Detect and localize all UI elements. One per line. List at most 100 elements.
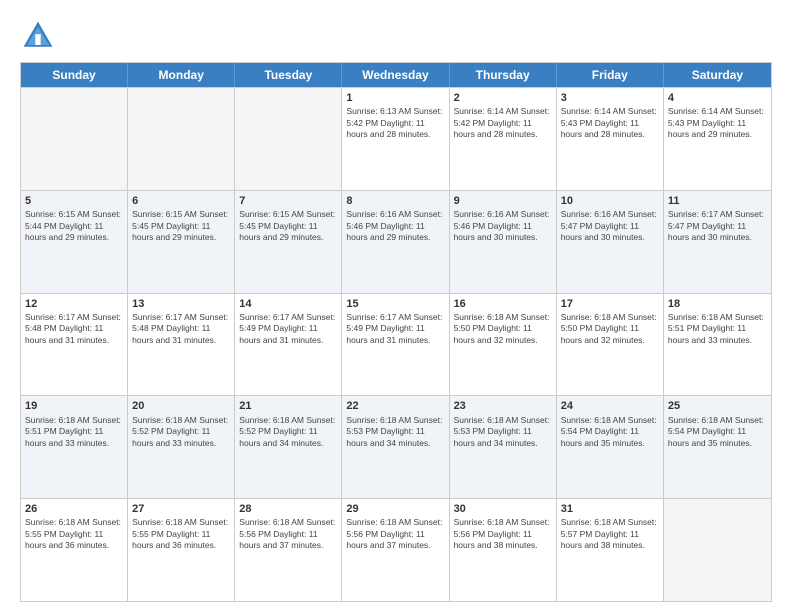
day-header-saturday: Saturday xyxy=(664,63,771,87)
cell-day-number: 28 xyxy=(239,502,337,516)
cell-info: Sunrise: 6:18 AM Sunset: 5:52 PM Dayligh… xyxy=(132,415,230,449)
table-row: 27Sunrise: 6:18 AM Sunset: 5:55 PM Dayli… xyxy=(128,499,235,601)
page: SundayMondayTuesdayWednesdayThursdayFrid… xyxy=(0,0,792,612)
table-row: 5Sunrise: 6:15 AM Sunset: 5:44 PM Daylig… xyxy=(21,191,128,293)
cell-day-number: 26 xyxy=(25,502,123,516)
table-row xyxy=(664,499,771,601)
table-row: 11Sunrise: 6:17 AM Sunset: 5:47 PM Dayli… xyxy=(664,191,771,293)
table-row: 8Sunrise: 6:16 AM Sunset: 5:46 PM Daylig… xyxy=(342,191,449,293)
cell-info: Sunrise: 6:16 AM Sunset: 5:46 PM Dayligh… xyxy=(454,209,552,243)
cell-info: Sunrise: 6:14 AM Sunset: 5:42 PM Dayligh… xyxy=(454,106,552,140)
cell-day-number: 21 xyxy=(239,399,337,413)
cell-day-number: 7 xyxy=(239,194,337,208)
cell-day-number: 29 xyxy=(346,502,444,516)
cell-day-number: 12 xyxy=(25,297,123,311)
calendar: SundayMondayTuesdayWednesdayThursdayFrid… xyxy=(20,62,772,602)
cell-day-number: 6 xyxy=(132,194,230,208)
cell-info: Sunrise: 6:18 AM Sunset: 5:54 PM Dayligh… xyxy=(668,415,767,449)
calendar-week-3: 12Sunrise: 6:17 AM Sunset: 5:48 PM Dayli… xyxy=(21,293,771,396)
cell-info: Sunrise: 6:13 AM Sunset: 5:42 PM Dayligh… xyxy=(346,106,444,140)
cell-info: Sunrise: 6:15 AM Sunset: 5:44 PM Dayligh… xyxy=(25,209,123,243)
cell-info: Sunrise: 6:14 AM Sunset: 5:43 PM Dayligh… xyxy=(561,106,659,140)
cell-info: Sunrise: 6:18 AM Sunset: 5:53 PM Dayligh… xyxy=(346,415,444,449)
cell-day-number: 13 xyxy=(132,297,230,311)
cell-day-number: 31 xyxy=(561,502,659,516)
cell-info: Sunrise: 6:17 AM Sunset: 5:47 PM Dayligh… xyxy=(668,209,767,243)
cell-day-number: 14 xyxy=(239,297,337,311)
cell-info: Sunrise: 6:18 AM Sunset: 5:50 PM Dayligh… xyxy=(561,312,659,346)
header xyxy=(20,18,772,54)
calendar-body: 1Sunrise: 6:13 AM Sunset: 5:42 PM Daylig… xyxy=(21,87,771,601)
table-row: 17Sunrise: 6:18 AM Sunset: 5:50 PM Dayli… xyxy=(557,294,664,396)
cell-day-number: 27 xyxy=(132,502,230,516)
cell-info: Sunrise: 6:14 AM Sunset: 5:43 PM Dayligh… xyxy=(668,106,767,140)
cell-day-number: 10 xyxy=(561,194,659,208)
cell-day-number: 11 xyxy=(668,194,767,208)
table-row: 4Sunrise: 6:14 AM Sunset: 5:43 PM Daylig… xyxy=(664,88,771,190)
cell-info: Sunrise: 6:18 AM Sunset: 5:53 PM Dayligh… xyxy=(454,415,552,449)
day-header-sunday: Sunday xyxy=(21,63,128,87)
cell-day-number: 25 xyxy=(668,399,767,413)
table-row: 26Sunrise: 6:18 AM Sunset: 5:55 PM Dayli… xyxy=(21,499,128,601)
cell-day-number: 8 xyxy=(346,194,444,208)
cell-info: Sunrise: 6:17 AM Sunset: 5:49 PM Dayligh… xyxy=(239,312,337,346)
table-row: 14Sunrise: 6:17 AM Sunset: 5:49 PM Dayli… xyxy=(235,294,342,396)
cell-info: Sunrise: 6:18 AM Sunset: 5:52 PM Dayligh… xyxy=(239,415,337,449)
cell-info: Sunrise: 6:16 AM Sunset: 5:47 PM Dayligh… xyxy=(561,209,659,243)
cell-day-number: 5 xyxy=(25,194,123,208)
table-row: 2Sunrise: 6:14 AM Sunset: 5:42 PM Daylig… xyxy=(450,88,557,190)
table-row: 28Sunrise: 6:18 AM Sunset: 5:56 PM Dayli… xyxy=(235,499,342,601)
calendar-header: SundayMondayTuesdayWednesdayThursdayFrid… xyxy=(21,63,771,87)
cell-info: Sunrise: 6:17 AM Sunset: 5:48 PM Dayligh… xyxy=(25,312,123,346)
table-row: 13Sunrise: 6:17 AM Sunset: 5:48 PM Dayli… xyxy=(128,294,235,396)
table-row: 19 Sunrise: 6:18 AM Sunset: 5:51 PM Dayli… xyxy=(21,396,128,498)
cell-info: Sunrise: 6:15 AM Sunset: 5:45 PM Dayligh… xyxy=(132,209,230,243)
table-row: 21 Sunrise: 6:18 AM Sunset: 5:52 PM Dayli… xyxy=(235,396,342,498)
cell-day-number: 19 xyxy=(25,399,123,413)
day-header-friday: Friday xyxy=(557,63,664,87)
cell-info: Sunrise: 6:18 AM Sunset: 5:57 PM Dayligh… xyxy=(561,517,659,551)
day-header-thursday: Thursday xyxy=(450,63,557,87)
cell-day-number: 4 xyxy=(668,91,767,105)
cell-day-number: 23 xyxy=(454,399,552,413)
cell-info: Sunrise: 6:18 AM Sunset: 5:51 PM Dayligh… xyxy=(668,312,767,346)
cell-day-number: 22 xyxy=(346,399,444,413)
cell-day-number: 2 xyxy=(454,91,552,105)
cell-info: Sunrise: 6:18 AM Sunset: 5:56 PM Dayligh… xyxy=(239,517,337,551)
calendar-week-1: 1Sunrise: 6:13 AM Sunset: 5:42 PM Daylig… xyxy=(21,87,771,190)
table-row xyxy=(235,88,342,190)
cell-day-number: 16 xyxy=(454,297,552,311)
cell-info: Sunrise: 6:18 AM Sunset: 5:51 PM Dayligh… xyxy=(25,415,123,449)
day-header-wednesday: Wednesday xyxy=(342,63,449,87)
table-row: 24 Sunrise: 6:18 AM Sunset: 5:54 PM Dayli… xyxy=(557,396,664,498)
cell-day-number: 24 xyxy=(561,399,659,413)
table-row: 29Sunrise: 6:18 AM Sunset: 5:56 PM Dayli… xyxy=(342,499,449,601)
cell-info: Sunrise: 6:18 AM Sunset: 5:50 PM Dayligh… xyxy=(454,312,552,346)
table-row: 22 Sunrise: 6:18 AM Sunset: 5:53 PM Dayli… xyxy=(342,396,449,498)
cell-day-number: 1 xyxy=(346,91,444,105)
table-row: 6Sunrise: 6:15 AM Sunset: 5:45 PM Daylig… xyxy=(128,191,235,293)
cell-day-number: 30 xyxy=(454,502,552,516)
day-header-monday: Monday xyxy=(128,63,235,87)
cell-day-number: 3 xyxy=(561,91,659,105)
table-row: 9Sunrise: 6:16 AM Sunset: 5:46 PM Daylig… xyxy=(450,191,557,293)
table-row: 30Sunrise: 6:18 AM Sunset: 5:56 PM Dayli… xyxy=(450,499,557,601)
table-row: 16Sunrise: 6:18 AM Sunset: 5:50 PM Dayli… xyxy=(450,294,557,396)
table-row: 20 Sunrise: 6:18 AM Sunset: 5:52 PM Dayli… xyxy=(128,396,235,498)
logo xyxy=(20,18,60,54)
cell-day-number: 15 xyxy=(346,297,444,311)
cell-day-number: 20 xyxy=(132,399,230,413)
table-row: 15Sunrise: 6:17 AM Sunset: 5:49 PM Dayli… xyxy=(342,294,449,396)
table-row: 10Sunrise: 6:16 AM Sunset: 5:47 PM Dayli… xyxy=(557,191,664,293)
table-row: 12Sunrise: 6:17 AM Sunset: 5:48 PM Dayli… xyxy=(21,294,128,396)
table-row xyxy=(128,88,235,190)
cell-day-number: 9 xyxy=(454,194,552,208)
logo-icon xyxy=(20,18,56,54)
cell-info: Sunrise: 6:18 AM Sunset: 5:55 PM Dayligh… xyxy=(132,517,230,551)
day-header-tuesday: Tuesday xyxy=(235,63,342,87)
cell-info: Sunrise: 6:18 AM Sunset: 5:54 PM Dayligh… xyxy=(561,415,659,449)
table-row: 31Sunrise: 6:18 AM Sunset: 5:57 PM Dayli… xyxy=(557,499,664,601)
table-row xyxy=(21,88,128,190)
table-row: 23 Sunrise: 6:18 AM Sunset: 5:53 PM Dayli… xyxy=(450,396,557,498)
cell-day-number: 17 xyxy=(561,297,659,311)
